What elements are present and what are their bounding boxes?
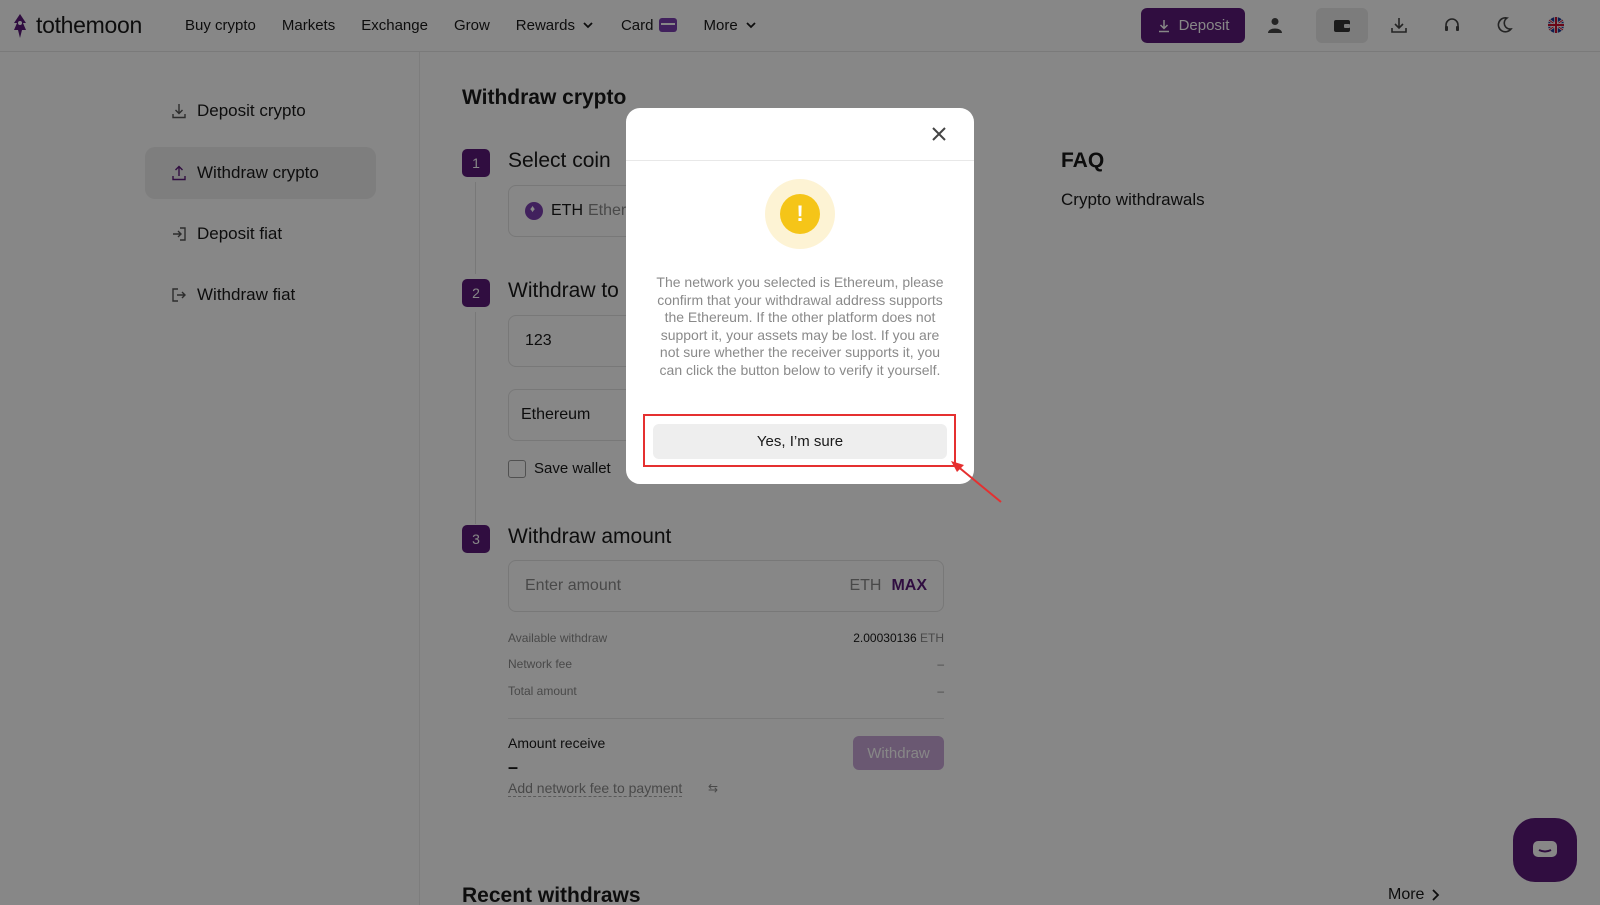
confirm-button[interactable]: Yes, I’m sure — [653, 424, 947, 459]
warning-icon: ! — [780, 194, 820, 234]
dialog-message: The network you selected is Ethereum, pl… — [656, 274, 944, 378]
dialog-header — [626, 108, 974, 161]
close-icon[interactable] — [930, 125, 948, 143]
network-confirm-dialog: ! The network you selected is Ethereum, … — [626, 108, 974, 484]
warning-badge: ! — [765, 179, 835, 249]
